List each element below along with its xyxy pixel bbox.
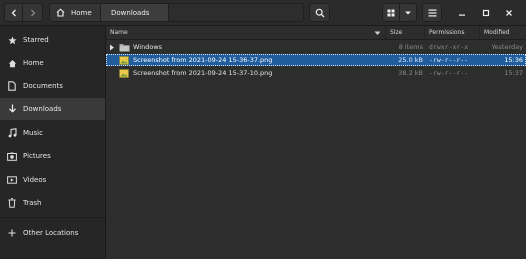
- column-header-label: Name: [110, 29, 128, 36]
- chevron-right-icon: [30, 9, 35, 16]
- file-name: Screenshot from 2021-09-24 15-36-37.png: [133, 56, 273, 64]
- file-name: Windows: [133, 43, 163, 51]
- file-row-screenshot-1[interactable]: Screenshot from 2021-09-24 15-36-37.png …: [106, 54, 526, 66]
- sidebar-item-other-locations[interactable]: Other Locations: [0, 222, 105, 244]
- file-size: 25.0 kB: [398, 56, 423, 64]
- sidebar-item-pictures[interactable]: Pictures: [0, 145, 105, 167]
- sidebar-divider: [0, 217, 105, 218]
- sidebar-item-downloads[interactable]: Downloads: [0, 98, 105, 120]
- expander-arrow-icon[interactable]: [109, 44, 115, 51]
- music-icon: [7, 128, 17, 138]
- sidebar-item-label: Pictures: [23, 152, 51, 160]
- file-row-windows[interactable]: Windows 8 items drwxr-xr-x Yesterday: [106, 41, 526, 53]
- sidebar-item-home[interactable]: Home: [0, 52, 105, 74]
- sidebar-item-label: Downloads: [23, 105, 62, 113]
- column-header-label: Modified: [484, 29, 510, 36]
- back-button[interactable]: [4, 3, 23, 22]
- sidebar: Starred Home Documents Downloads Music P…: [0, 26, 106, 259]
- sidebar-item-label: Home: [23, 59, 44, 67]
- sidebar-item-label: Videos: [23, 176, 47, 184]
- videos-icon: [7, 175, 17, 185]
- maximize-button[interactable]: [480, 7, 492, 19]
- home-icon: [7, 58, 17, 68]
- sidebar-item-label: Trash: [23, 199, 42, 207]
- file-size: 8 items: [398, 43, 423, 51]
- sidebar-item-videos[interactable]: Videos: [0, 169, 105, 191]
- folder-icon: [119, 43, 130, 51]
- forward-button[interactable]: [23, 3, 43, 22]
- column-header-permissions[interactable]: Permissions: [425, 26, 480, 40]
- home-icon: [56, 8, 65, 17]
- menu-button[interactable]: [422, 3, 442, 22]
- search-button[interactable]: [309, 3, 330, 22]
- sidebar-item-label: Music: [23, 129, 43, 137]
- file-permissions: -rw-r--r--: [429, 69, 469, 77]
- close-icon: [506, 10, 512, 16]
- maximize-icon: [482, 9, 490, 17]
- path-current-button[interactable]: Downloads: [101, 3, 169, 22]
- path-current-label: Downloads: [111, 8, 150, 17]
- plus-icon: [7, 228, 17, 238]
- document-icon: [7, 81, 17, 91]
- column-header-size[interactable]: Size: [386, 26, 425, 40]
- close-button[interactable]: [503, 7, 515, 19]
- star-icon: [7, 35, 17, 45]
- sidebar-item-label: Other Locations: [23, 229, 79, 237]
- hamburger-menu-icon: [428, 9, 436, 16]
- view-options-button[interactable]: [400, 3, 417, 22]
- image-file-icon: [119, 68, 129, 78]
- pictures-icon: [7, 151, 17, 161]
- file-name: Screenshot from 2021-09-24 15-37-10.png: [133, 69, 273, 77]
- view-toggle-button[interactable]: [382, 3, 400, 22]
- search-icon: [315, 8, 324, 17]
- chevron-left-icon: [11, 9, 16, 16]
- file-permissions: -rw-r--r--: [429, 56, 469, 64]
- column-header-label: Size: [390, 29, 403, 36]
- path-bar-empty[interactable]: [169, 3, 304, 22]
- sort-descending-icon: [374, 31, 381, 35]
- sidebar-item-starred[interactable]: Starred: [0, 29, 105, 51]
- grid-view-icon: [387, 9, 395, 16]
- sidebar-item-documents[interactable]: Documents: [0, 75, 105, 97]
- file-row-screenshot-2[interactable]: Screenshot from 2021-09-24 15-37-10.png …: [106, 67, 526, 79]
- sidebar-item-trash[interactable]: Trash: [0, 192, 105, 214]
- chevron-down-icon: [405, 11, 411, 14]
- minimize-icon: [459, 14, 465, 16]
- file-modified: Yesterday: [491, 43, 523, 51]
- minimize-button[interactable]: [456, 7, 468, 19]
- file-size: 38.2 kB: [398, 69, 423, 77]
- file-permissions: drwxr-xr-x: [429, 43, 469, 51]
- sidebar-item-label: Starred: [23, 36, 49, 44]
- trash-icon: [7, 198, 17, 208]
- sidebar-item-music[interactable]: Music: [0, 122, 105, 144]
- file-list-view: Name Size Permissions Modified Windows 8…: [106, 26, 526, 259]
- file-modified: 15:37: [504, 69, 523, 77]
- file-modified: 15:36: [504, 56, 523, 64]
- image-file-icon: [119, 55, 129, 65]
- download-icon: [7, 104, 17, 114]
- sidebar-item-label: Documents: [23, 82, 63, 90]
- path-home-label: Home: [71, 8, 92, 17]
- path-home-button[interactable]: Home: [49, 3, 101, 22]
- column-header-label: Permissions: [429, 29, 465, 36]
- column-header-modified[interactable]: Modified: [480, 26, 526, 40]
- header-bar: Home Downloads: [0, 0, 526, 26]
- column-header-name[interactable]: Name: [106, 26, 386, 40]
